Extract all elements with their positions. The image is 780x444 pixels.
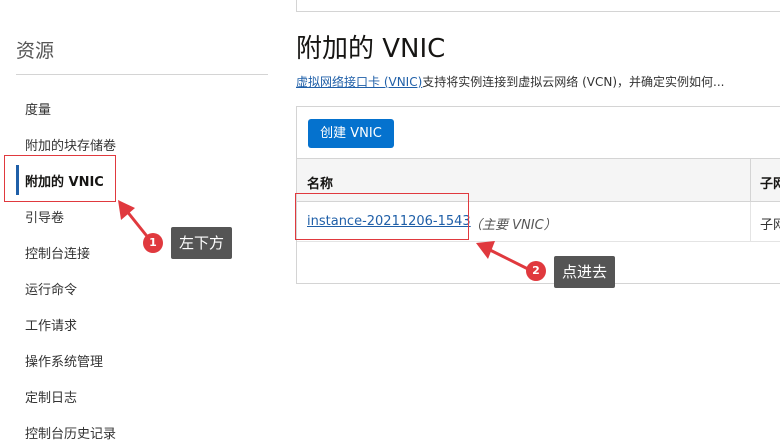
subnet-cell: 子网 bbox=[760, 218, 780, 233]
annotation-tooltip-2: 点进去 bbox=[554, 256, 616, 288]
column-header-name[interactable]: 名称 bbox=[307, 173, 333, 192]
sidebar-item-console-connection[interactable]: 控制台连接 bbox=[25, 243, 90, 262]
arrow-1-head bbox=[118, 200, 135, 220]
sidebar-item-work-requests[interactable]: 工作请求 bbox=[25, 315, 77, 334]
sidebar-item-run-command[interactable]: 运行命令 bbox=[25, 279, 77, 298]
annotation-tooltip-1: 左下方 bbox=[171, 227, 233, 259]
resources-title: 资源 bbox=[16, 40, 55, 62]
highlight-box-vnic-link bbox=[295, 193, 469, 240]
sidebar-item-attached-block-volumes[interactable]: 附加的块存储卷 bbox=[25, 135, 116, 154]
vnic-doc-link[interactable]: 虚拟网络接口卡 (VNIC) bbox=[296, 75, 422, 89]
page-description: 虚拟网络接口卡 (VNIC)支持将实例连接到虚拟云网络 (VCN)，并确定实例如… bbox=[296, 73, 724, 90]
previous-panel-frame bbox=[296, 0, 780, 12]
sidebar-item-metrics[interactable]: 度量 bbox=[25, 99, 51, 118]
column-separator bbox=[750, 159, 751, 203]
primary-vnic-tag: （主要 VNIC） bbox=[469, 218, 557, 233]
column-header-subnet[interactable]: 子网 bbox=[760, 173, 780, 192]
sidebar-item-os-management[interactable]: 操作系统管理 bbox=[25, 351, 103, 370]
annotation-badge-2: 2 bbox=[526, 261, 546, 281]
sidebar-item-console-history[interactable]: 控制台历史记录 bbox=[25, 423, 116, 442]
description-text: 支持将实例连接到虚拟云网络 (VCN)，并确定实例如何... bbox=[422, 75, 725, 89]
sidebar-item-custom-logs[interactable]: 定制日志 bbox=[25, 387, 77, 406]
highlight-box-sidebar bbox=[4, 155, 116, 202]
cell-separator bbox=[750, 202, 751, 242]
page-title: 附加的 VNIC bbox=[296, 34, 446, 64]
sidebar-item-boot-volume[interactable]: 引导卷 bbox=[25, 207, 64, 226]
create-vnic-button[interactable]: 创建 VNIC bbox=[308, 119, 394, 148]
annotation-badge-1: 1 bbox=[143, 233, 163, 253]
resources-divider bbox=[16, 74, 268, 75]
